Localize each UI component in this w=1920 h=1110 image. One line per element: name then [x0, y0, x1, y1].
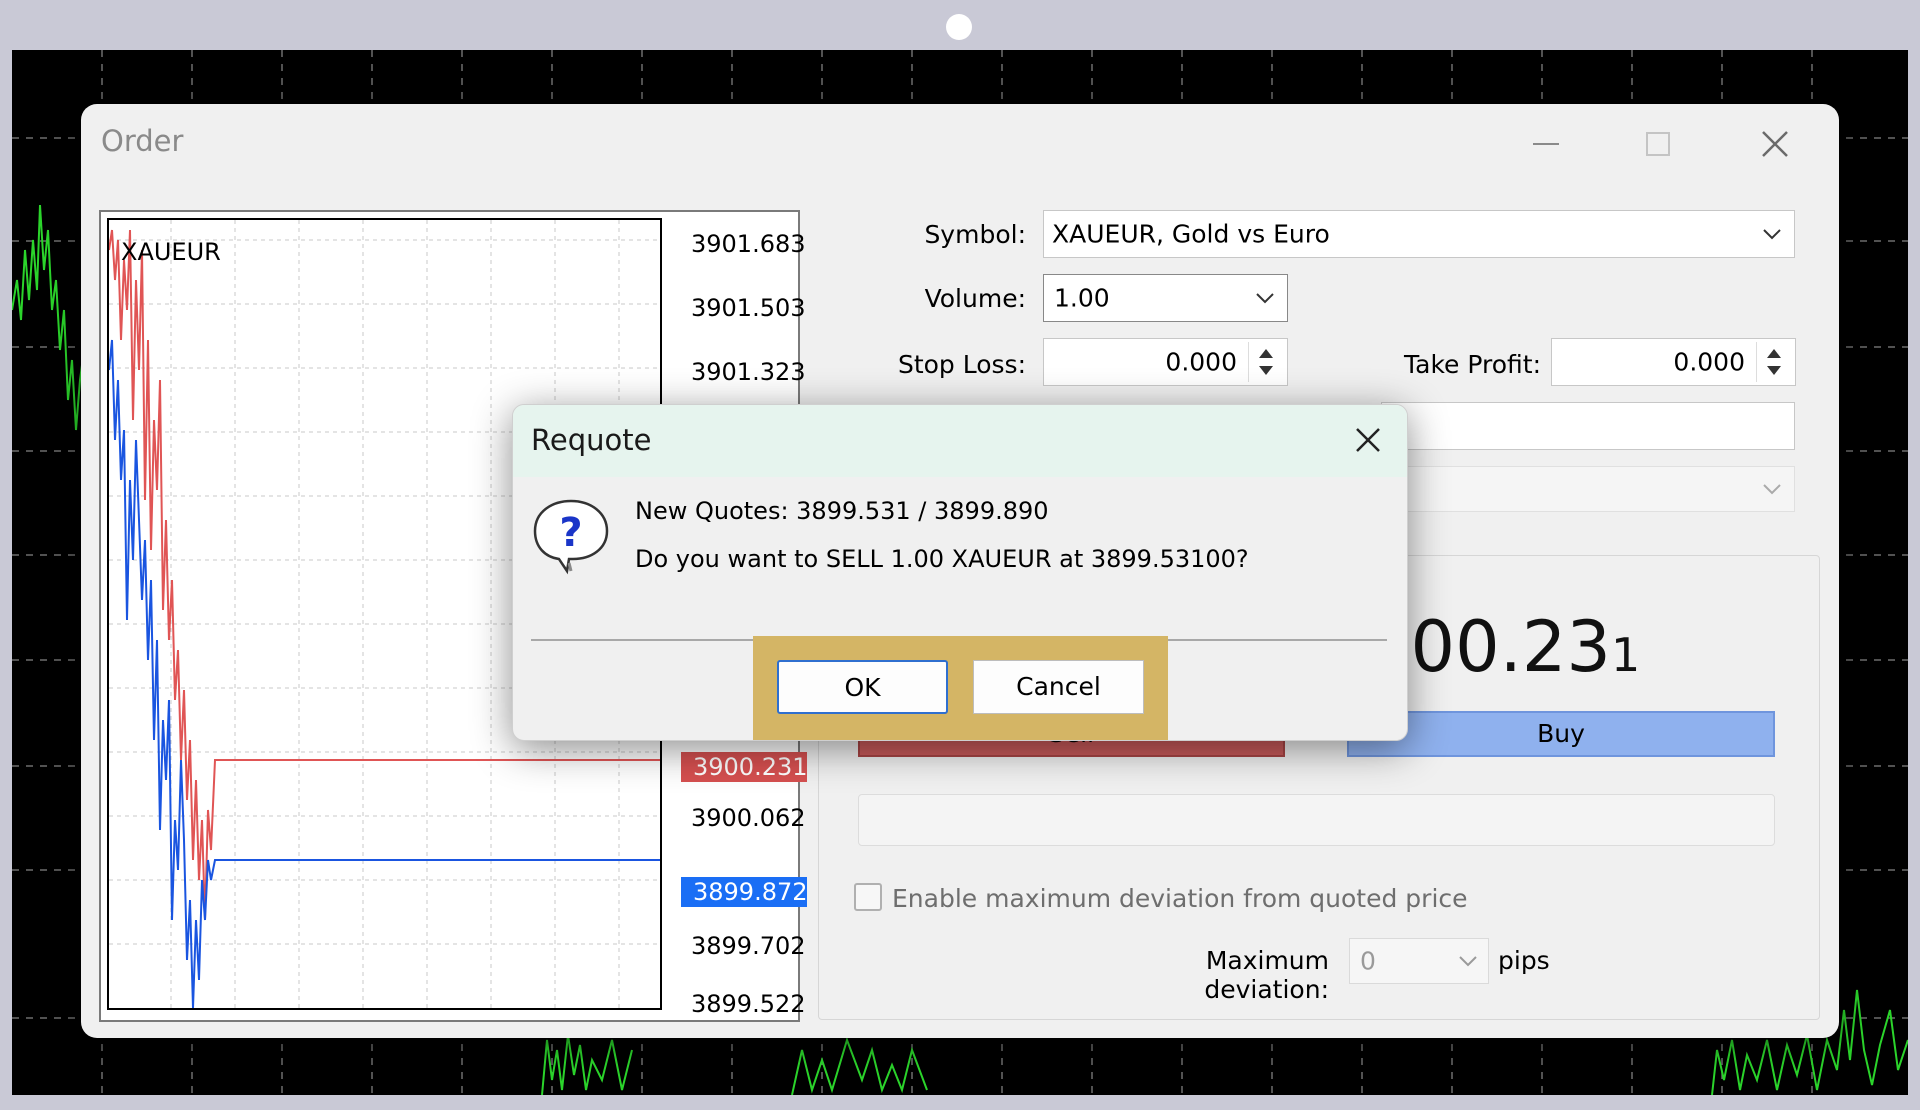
price-tick: 3901.503 [691, 294, 806, 322]
buy-button[interactable]: Buy [1347, 711, 1775, 757]
requote-dialog: Requote ? New Quotes: 3899.531 / 3899.89… [512, 404, 1408, 741]
chevron-down-icon [1256, 293, 1274, 304]
window-top-dot [946, 14, 972, 40]
price-tick: 3901.683 [691, 230, 806, 258]
order-window-title: Order [101, 124, 184, 158]
price-tick: 3901.323 [691, 358, 806, 386]
volume-select[interactable]: 1.00 [1043, 274, 1288, 322]
arrow-down-icon[interactable] [1767, 366, 1781, 375]
cancel-button[interactable]: Cancel [973, 660, 1144, 714]
chevron-down-icon [1763, 229, 1781, 240]
stop-loss-stepper[interactable] [1248, 342, 1283, 382]
requote-dialog-title: Requote [531, 423, 652, 457]
chevron-down-icon [1459, 956, 1477, 967]
order-info-bar [858, 794, 1775, 846]
max-deviation-label: Maximum deviation: [1204, 946, 1329, 1004]
requote-question-text: Do you want to SELL 1.00 XAUEUR at 3899.… [635, 545, 1249, 573]
bid-price-tag: 3900.231 [681, 752, 808, 782]
svg-text:?: ? [559, 510, 582, 556]
arrow-down-icon[interactable] [1259, 366, 1273, 375]
type-select[interactable] [1381, 466, 1795, 512]
new-quotes-text: New Quotes: 3899.531 / 3899.890 [635, 497, 1049, 525]
stop-loss-label: Stop Loss: [897, 350, 1026, 379]
symbol-select[interactable]: XAUEUR, Gold vs Euro [1043, 210, 1795, 258]
deviation-checkbox-label[interactable]: Enable maximum deviation from quoted pri… [892, 884, 1468, 913]
arrow-up-icon[interactable] [1259, 349, 1273, 358]
volume-label: Volume: [924, 284, 1026, 313]
chevron-down-icon [1763, 484, 1781, 495]
take-profit-stepper[interactable] [1756, 342, 1791, 382]
ok-button[interactable]: OK [777, 660, 948, 714]
stop-loss-field[interactable]: 0.000 [1043, 338, 1288, 386]
question-icon: ? [533, 499, 609, 575]
maximize-icon[interactable] [1636, 122, 1680, 166]
arrow-up-icon[interactable] [1767, 349, 1781, 358]
current-price-last-digit: 1 [1610, 628, 1641, 682]
symbol-label: Symbol: [924, 220, 1026, 249]
stop-loss-value: 0.000 [1165, 347, 1237, 377]
comment-field[interactable] [1381, 402, 1795, 450]
deviation-checkbox[interactable] [854, 883, 882, 911]
price-tick: 3899.522 [691, 990, 806, 1018]
ask-price-tag: 3899.872 [681, 877, 808, 907]
max-deviation-value: 0 [1360, 946, 1376, 976]
take-profit-value: 0.000 [1673, 347, 1745, 377]
price-tick: 3899.702 [691, 932, 806, 960]
max-deviation-unit: pips [1498, 946, 1550, 975]
volume-value: 1.00 [1054, 283, 1110, 313]
price-tick: 3900.062 [691, 804, 806, 832]
tick-chart-symbol: XAUEUR [121, 238, 221, 266]
close-icon[interactable] [1753, 122, 1797, 166]
take-profit-label: Take Profit: [1404, 350, 1541, 379]
take-profit-field[interactable]: 0.000 [1551, 338, 1796, 386]
close-icon[interactable] [1351, 423, 1385, 457]
max-deviation-select[interactable]: 0 [1349, 938, 1489, 984]
symbol-value: XAUEUR, Gold vs Euro [1052, 219, 1330, 249]
minimize-icon[interactable] [1524, 122, 1568, 166]
